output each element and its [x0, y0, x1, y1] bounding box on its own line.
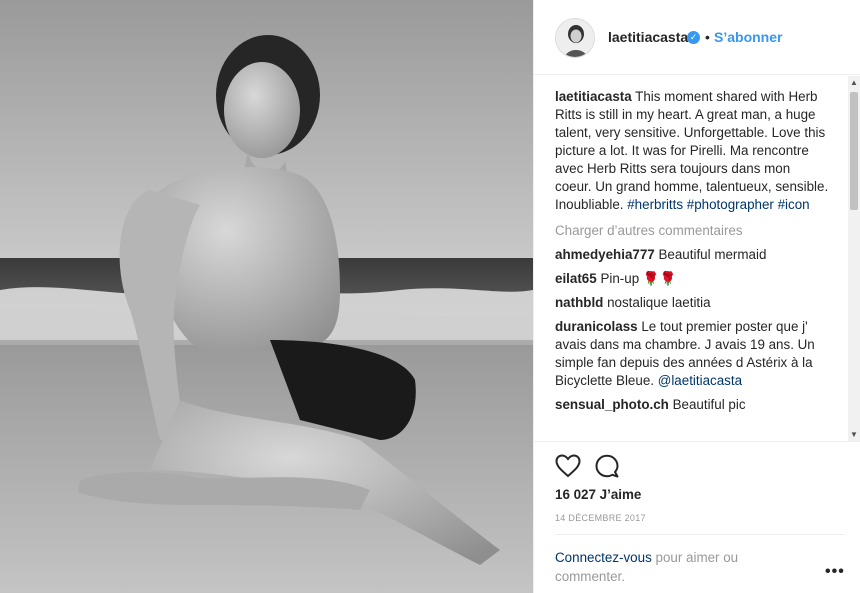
comment-text: Beautiful pic — [672, 397, 746, 412]
comment-item: sensual_photo.ch Beautiful pic — [555, 396, 830, 414]
likes-count[interactable]: 16 027 J’aime — [555, 487, 641, 502]
scroll-down-arrow-icon[interactable]: ▼ — [848, 428, 860, 441]
heart-icon[interactable] — [555, 454, 581, 478]
comment-username[interactable]: ahmedyehia777 — [555, 247, 655, 262]
comment-text: Beautiful mermaid — [658, 247, 767, 262]
comment-text: Pin-up 🌹🌹 — [600, 271, 677, 286]
post-date[interactable]: 14 DÉCEMBRE 2017 — [555, 513, 646, 523]
comment-username[interactable]: nathbld — [555, 295, 603, 310]
comment-item: eilat65 Pin-up 🌹🌹 — [555, 270, 830, 288]
login-link[interactable]: Connectez-vous — [555, 550, 652, 565]
comment-list: laetitiacasta This moment shared with He… — [555, 88, 830, 414]
caption-text: This moment shared with Herb Ritts is st… — [555, 89, 829, 212]
scroll-thumb[interactable] — [850, 92, 858, 210]
follow-button[interactable]: S’abonner — [714, 29, 782, 45]
comment-item: duranicolass Le tout premier poster que … — [555, 318, 830, 390]
avatar[interactable] — [555, 18, 595, 58]
avatar-image — [556, 19, 594, 57]
scroll-up-arrow-icon[interactable]: ▲ — [848, 76, 860, 90]
comment-username[interactable]: sensual_photo.ch — [555, 397, 669, 412]
comment-item: ahmedyehia777 Beautiful mermaid — [555, 246, 830, 264]
post-header: laetitiacasta ✓ • S’abonner — [534, 0, 860, 75]
comment-icon[interactable] — [595, 454, 619, 478]
login-prompt: Connectez-vous pour aimer ou commenter. — [555, 548, 785, 586]
separator-dot: • — [705, 29, 710, 45]
comment-item: nathbld nostalique laetitia — [555, 294, 830, 312]
comment-mention[interactable]: @laetitiacasta — [658, 373, 742, 388]
comment-username[interactable]: eilat65 — [555, 271, 597, 286]
load-more-comments-button[interactable]: Charger d’autres commentaires — [555, 222, 830, 240]
comment-text: nostalique laetitia — [607, 295, 711, 310]
post-photo[interactable] — [0, 0, 533, 593]
post-details-panel: laetitiacasta ✓ • S’abonner laetitiacast… — [533, 0, 860, 593]
caption-username[interactable]: laetitiacasta — [555, 89, 632, 104]
header-username[interactable]: laetitiacasta — [608, 29, 688, 45]
comments-section[interactable]: laetitiacasta This moment shared with He… — [534, 76, 860, 442]
more-options-icon[interactable]: ••• — [825, 563, 845, 581]
divider — [555, 534, 845, 535]
caption-hashtags[interactable]: #herbritts #photographer #icon — [627, 197, 809, 212]
beach-photo-image — [0, 0, 533, 593]
caption: laetitiacasta This moment shared with He… — [555, 88, 830, 214]
post-actions — [555, 452, 675, 480]
comments-scrollbar[interactable]: ▲ ▼ — [848, 76, 860, 441]
comment-username[interactable]: duranicolass — [555, 319, 638, 334]
verified-icon: ✓ — [687, 31, 700, 44]
